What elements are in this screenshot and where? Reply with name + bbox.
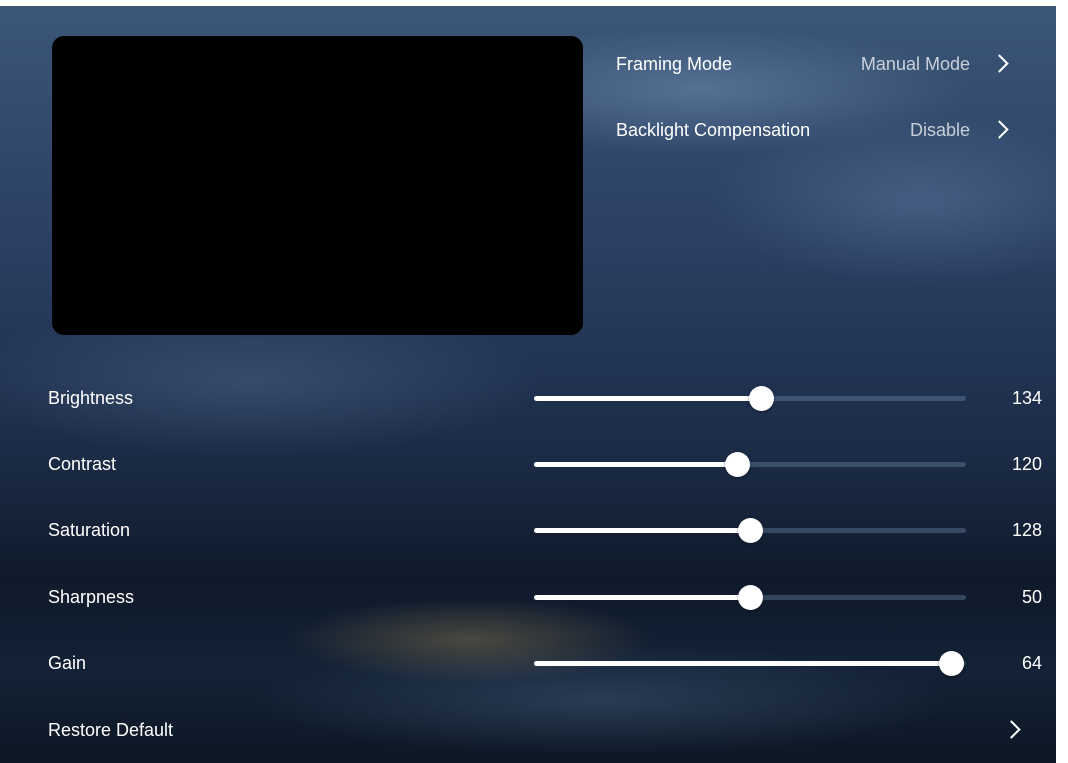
contrast-label: Contrast <box>48 454 117 474</box>
saturation-label: Saturation <box>48 520 131 540</box>
restore-default-row[interactable]: Restore Default <box>48 710 1048 750</box>
gain-row: Gain 64 <box>48 643 1048 683</box>
contrast-row: Contrast 120 <box>48 444 1048 484</box>
sharpness-slider-thumb[interactable] <box>738 585 763 610</box>
sharpness-label: Sharpness <box>48 587 135 607</box>
chevron-right-icon <box>990 54 1009 73</box>
sharpness-value: 50 <box>1021 587 1042 607</box>
saturation-slider[interactable] <box>534 518 966 543</box>
backlight-compensation-value: Disable <box>909 120 970 140</box>
top-frame-edge <box>0 0 1068 6</box>
saturation-slider-thumb[interactable] <box>738 518 763 543</box>
brightness-label: Brightness <box>48 388 134 408</box>
framing-mode-label: Framing Mode <box>616 54 733 74</box>
framing-mode-value: Manual Mode <box>860 54 970 74</box>
brightness-slider[interactable] <box>534 386 966 411</box>
camera-preview <box>52 36 583 335</box>
contrast-slider-fill <box>534 462 738 467</box>
saturation-row: Saturation 128 <box>48 510 1048 550</box>
brightness-row: Brightness 134 <box>48 378 1048 418</box>
contrast-slider[interactable] <box>534 452 966 477</box>
sharpness-slider-fill <box>534 595 750 600</box>
brightness-value: 134 <box>1011 388 1042 408</box>
saturation-value: 128 <box>1011 520 1042 540</box>
chevron-right-icon <box>1002 720 1021 739</box>
backlight-compensation-label: Backlight Compensation <box>616 120 811 140</box>
contrast-value: 120 <box>1011 454 1042 474</box>
gain-label: Gain <box>48 653 87 673</box>
right-frame-edge <box>1056 0 1068 763</box>
framing-mode-row[interactable]: Framing Mode Manual Mode <box>616 44 1016 84</box>
backlight-compensation-row[interactable]: Backlight Compensation Disable <box>616 110 1016 150</box>
contrast-slider-thumb[interactable] <box>725 452 751 477</box>
brightness-slider-fill <box>534 396 761 401</box>
chevron-right-icon <box>990 120 1009 139</box>
sharpness-row: Sharpness 50 <box>48 577 1048 617</box>
gain-slider-thumb[interactable] <box>938 651 964 676</box>
saturation-slider-fill <box>534 528 750 533</box>
restore-default-label: Restore Default <box>48 720 174 740</box>
gain-value: 64 <box>1021 653 1042 673</box>
gain-slider[interactable] <box>534 651 966 676</box>
brightness-slider-thumb[interactable] <box>748 386 774 411</box>
gain-slider-fill <box>534 661 951 666</box>
sharpness-slider[interactable] <box>534 585 966 610</box>
